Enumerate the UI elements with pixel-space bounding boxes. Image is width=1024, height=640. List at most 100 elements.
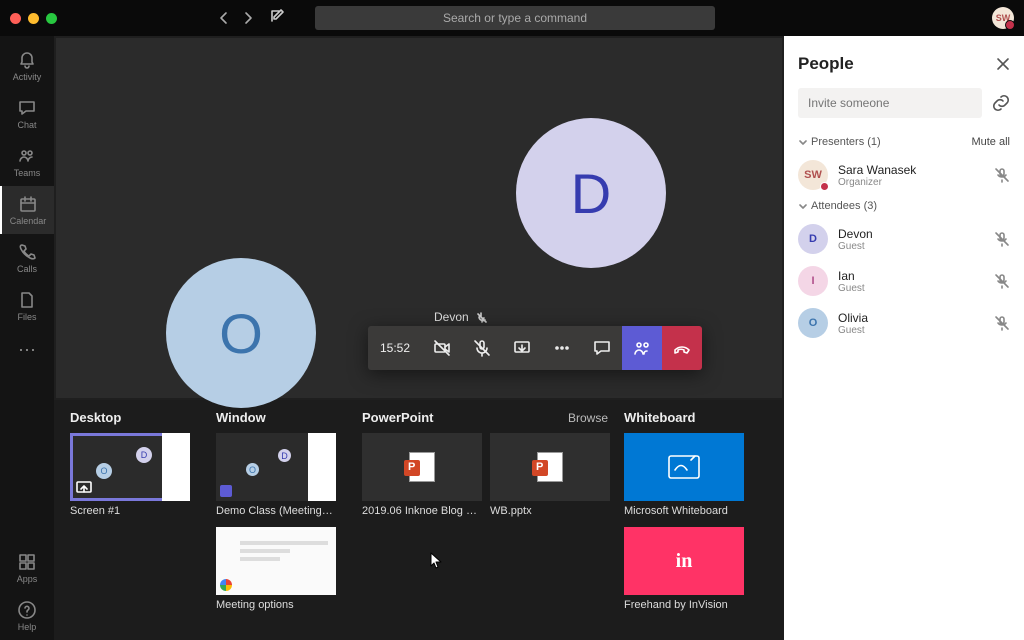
rail-more[interactable]: ⋯ [18,330,36,371]
window-thumbnail [216,527,336,595]
chat-toggle-button[interactable] [582,326,622,370]
powerpoint-thumbnail [362,433,482,501]
participant-avatar-devon: D [516,118,666,268]
chevron-down-icon [798,202,807,211]
mute-all-button[interactable]: Mute all [971,136,1010,148]
share-tray-icon [513,339,531,357]
speaker-label: Devon [434,310,487,324]
person-row[interactable]: D Devon Guest [798,218,1010,260]
forward-icon[interactable] [241,11,255,25]
person-avatar: I [798,266,828,296]
share-desktop-tile[interactable]: D O Screen #1 [70,433,190,517]
attendees-header[interactable]: Attendees (3) [798,200,1010,212]
help-icon [17,600,37,620]
share-whiteboard-tile[interactable]: Microsoft Whiteboard [624,433,744,517]
section-label: Attendees (3) [811,200,877,212]
search-input[interactable]: Search or type a command [315,6,715,30]
whiteboard-icon [667,454,701,480]
mic-off-icon[interactable] [994,231,1010,247]
mic-off-icon[interactable] [994,273,1010,289]
powerpoint-file-icon [409,452,435,482]
panel-title: People [798,54,854,74]
more-actions-button[interactable] [542,326,582,370]
rail-calendar[interactable]: Calendar [0,186,54,234]
share-tray: Desktop D O Screen #1 Window [54,400,784,640]
rail-label: Help [18,622,37,632]
compose-button[interactable] [269,8,285,29]
speaker-name: Devon [434,310,469,324]
whiteboard-thumbnail [624,433,744,501]
person-row[interactable]: I Ian Guest [798,260,1010,302]
share-powerpoint-tile[interactable]: 2019.06 Inknoe Blog Lau… [362,433,482,517]
rail-files[interactable]: Files [0,282,54,330]
person-name: Sara Wanasek [838,163,984,177]
apps-icon [17,552,37,572]
share-screen-icon [76,480,92,496]
presenters-header[interactable]: Presenters (1) Mute all [798,136,1010,148]
rail-apps[interactable]: Apps [0,544,54,592]
person-role: Guest [838,325,984,336]
camera-toggle-button[interactable] [422,326,462,370]
window-controls [10,13,57,24]
tray-header-window: Window [216,410,346,425]
rail-chat[interactable]: Chat [0,90,54,138]
chat-icon [593,339,611,357]
invite-input[interactable] [798,88,982,118]
hang-up-button[interactable] [662,326,702,370]
tile-label: Meeting options [216,599,336,611]
people-panel: People Presenters (1) Mute all SW Sara W… [784,36,1024,640]
invision-icon: in [676,550,693,573]
close-panel-button[interactable] [996,57,1010,71]
mic-off-icon[interactable] [994,167,1010,183]
tile-label: Demo Class (Meeting) | … [216,505,336,517]
share-whiteboard-tile[interactable]: in Freehand by InVision [624,527,744,611]
rail-help[interactable]: Help [0,592,54,640]
rail-activity[interactable]: Activity [0,42,54,90]
share-toggle-button[interactable] [502,326,542,370]
person-row[interactable]: O Olivia Guest [798,302,1010,344]
tile-label: WB.pptx [490,505,610,517]
participant-avatar-olivia: O [166,258,316,408]
current-user-avatar[interactable]: SW [992,7,1014,29]
share-window-tile[interactable]: D O Demo Class (Meeting) | … [216,433,336,517]
share-powerpoint-tile[interactable]: WB.pptx [490,433,610,517]
minimize-window-button[interactable] [28,13,39,24]
tray-header-powerpoint: PowerPoint Browse [362,410,608,425]
rail-label: Activity [13,72,42,82]
nav-arrows [217,11,255,25]
mic-off-icon[interactable] [994,315,1010,331]
window-thumbnail: D O [216,433,336,501]
titlebar: Search or type a command SW [0,0,1024,36]
app-rail: Activity Chat Teams Calendar Calls Files… [0,36,54,640]
tile-label: Screen #1 [70,505,190,517]
rail-teams[interactable]: Teams [0,138,54,186]
tile-label: Freehand by InVision [624,599,744,611]
person-role: Guest [838,241,984,252]
rail-calls[interactable]: Calls [0,234,54,282]
people-toggle-button[interactable] [622,326,662,370]
person-role: Organizer [838,177,984,188]
rail-label: Teams [14,168,41,178]
tray-header-desktop: Desktop [70,410,200,425]
mic-off-icon [473,339,491,357]
close-window-button[interactable] [10,13,21,24]
invision-thumbnail: in [624,527,744,595]
person-avatar: D [798,224,828,254]
calendar-icon [18,194,38,214]
browse-button[interactable]: Browse [568,411,608,425]
back-icon[interactable] [217,11,231,25]
desktop-thumbnail: D O [70,433,190,501]
files-icon [17,290,37,310]
mic-toggle-button[interactable] [462,326,502,370]
call-timer: 15:52 [368,326,422,370]
person-name: Olivia [838,311,984,325]
powerpoint-file-icon [537,452,563,482]
person-role: Guest [838,283,984,294]
rail-label: Files [17,312,36,322]
share-window-tile[interactable]: Meeting options [216,527,336,611]
maximize-window-button[interactable] [46,13,57,24]
copy-link-icon[interactable] [992,94,1010,112]
phone-icon [17,242,37,262]
compose-icon [269,8,285,24]
person-row[interactable]: SW Sara Wanasek Organizer [798,154,1010,196]
